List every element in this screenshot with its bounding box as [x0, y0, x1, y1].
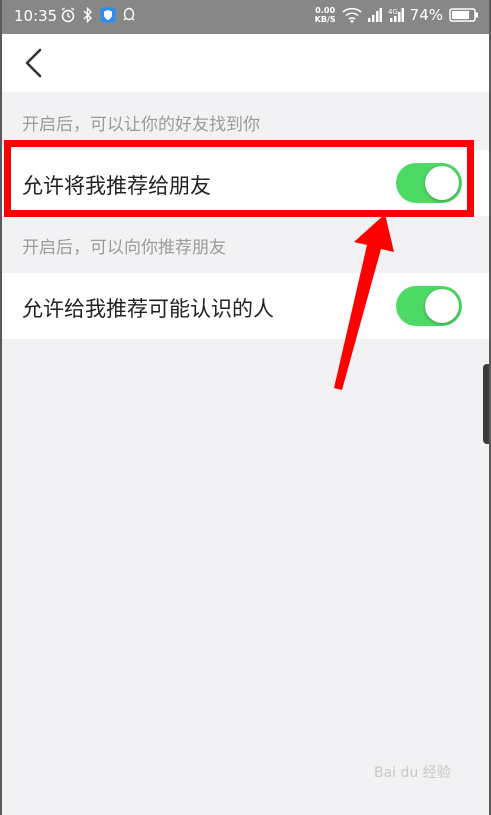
toggle-knob [425, 289, 459, 323]
frame-border-left [0, 0, 2, 815]
nav-bar [0, 34, 491, 92]
signal-4g-icon: 4G [388, 8, 404, 22]
svg-text:4G: 4G [388, 8, 398, 16]
net-speed: 0.00 KB/S [314, 6, 336, 24]
alarm-icon [61, 7, 75, 23]
section-hint: 开启后，可以让你的好友找到你 [22, 115, 260, 135]
setting-label: 允许将我推荐给朋友 [22, 174, 211, 198]
setting-row-recommend-me: 允许将我推荐给朋友 [0, 150, 491, 216]
chevron-left-icon [25, 48, 42, 78]
bluetooth-icon [83, 7, 92, 23]
shield-icon [100, 7, 116, 23]
qq-icon [123, 7, 135, 21]
watermark: Bai du 经验 [374, 765, 451, 781]
battery-icon [449, 8, 478, 22]
status-bar: 10:35 0.00 KB/S 4G 74% [0, 0, 491, 34]
section-hint: 开启后，可以向你推荐朋友 [22, 238, 226, 258]
setting-row-recommend-people: 允许给我推荐可能认识的人 [0, 273, 491, 339]
battery-percent: 74% [409, 6, 443, 24]
wifi-icon [342, 7, 362, 23]
toggle-switch-recommend-me[interactable] [396, 163, 462, 203]
toggle-switch-recommend-people[interactable] [396, 286, 462, 326]
arrow-annotation [334, 214, 394, 390]
status-time: 10:35 [14, 7, 58, 25]
signal-icon [367, 8, 382, 22]
back-button[interactable] [18, 46, 48, 80]
setting-label: 允许给我推荐可能认识的人 [22, 297, 274, 321]
toggle-knob [425, 166, 459, 200]
